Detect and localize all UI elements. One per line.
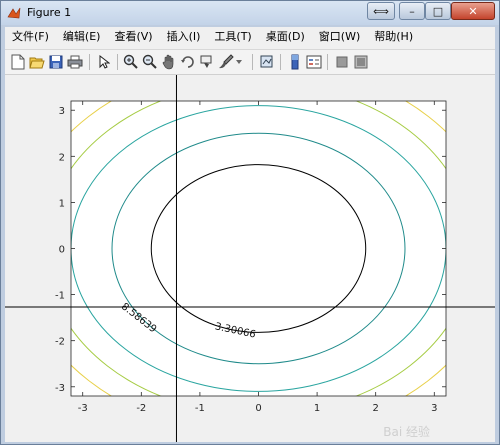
x-tick-label: 3	[431, 403, 437, 414]
x-tick-label: 0	[255, 403, 261, 414]
y-tick-label: 3	[59, 106, 65, 117]
x-tick-label: -2	[136, 403, 146, 414]
save-button[interactable]	[47, 53, 65, 71]
maximize-button[interactable]: □	[425, 2, 451, 20]
matlab-icon	[7, 7, 21, 19]
x-tick-label: -1	[195, 403, 205, 414]
toolbar-separator	[280, 54, 281, 70]
legend-button[interactable]	[305, 53, 323, 71]
menu-bar: 文件(F) 编辑(E) 查看(V) 插入(I) 工具(T) 桌面(D) 窗口(W…	[5, 27, 495, 47]
close-button[interactable]: ✕	[451, 2, 495, 20]
open-file-icon	[29, 57, 45, 69]
open-file-button[interactable]	[28, 53, 46, 71]
hide-plot-tools-icon	[336, 56, 348, 68]
y-tick-label: -3	[55, 383, 65, 394]
link-plot-button[interactable]	[258, 53, 276, 71]
resize-arrows-button[interactable]: ⟺	[367, 2, 395, 20]
y-tick-label: 0	[59, 245, 65, 256]
toolbar-separator	[89, 54, 90, 70]
edit-plot-button[interactable]	[95, 53, 113, 71]
toolbar-separator	[117, 54, 118, 70]
y-tick-label: -1	[55, 291, 65, 302]
x-tick-label: 2	[373, 403, 379, 414]
contour-plot[interactable]: -3 -2 -1 0 1 2 3 -3-2-10123 3.300668.58639 Bai…	[5, 75, 495, 442]
print-button[interactable]	[66, 53, 84, 71]
menu-file[interactable]: 文件(F)	[5, 27, 56, 47]
colorbar-icon	[291, 54, 299, 70]
hide-plot-tools-button[interactable]	[333, 53, 351, 71]
close-icon: ✕	[468, 4, 478, 18]
colorbar-button[interactable]	[286, 53, 304, 71]
watermark: Bai 经验	[383, 424, 430, 439]
menu-help[interactable]: 帮助(H)	[367, 27, 420, 47]
resize-arrows-icon: ⟺	[373, 4, 389, 18]
figure-canvas[interactable]: -3 -2 -1 0 1 2 3 -3 -2 -1 0 1 2 3 3.30066 8.58639 Bai…	[5, 75, 495, 442]
new-figure-icon	[11, 54, 25, 70]
figure-toolbar	[5, 49, 495, 75]
data-cursor-button[interactable]	[198, 53, 216, 71]
menu-desktop[interactable]: 桌面(D)	[259, 27, 312, 47]
menu-insert[interactable]: 插入(I)	[160, 27, 208, 47]
window-client: 文件(F) 编辑(E) 查看(V) 插入(I) 工具(T) 桌面(D) 窗口(W…	[5, 27, 495, 442]
y-tick-label: 2	[59, 152, 65, 163]
brush-button[interactable]	[217, 53, 235, 71]
link-plot-icon	[260, 55, 273, 68]
minimize-icon: –	[409, 4, 415, 18]
x-tick-label: -3	[78, 403, 88, 414]
y-tick-label: -2	[55, 337, 65, 348]
toolbar-separator	[327, 54, 328, 70]
print-icon	[67, 55, 83, 69]
menu-tools[interactable]: 工具(T)	[207, 27, 258, 47]
maximize-icon: □	[432, 4, 444, 18]
show-plot-tools-icon	[354, 55, 368, 69]
toolbar-separator	[252, 54, 253, 70]
figure-window: Figure 1 ⟺ – □ ✕ 文件(F) 编辑(E) 查看(V) 插入(I)…	[0, 0, 500, 445]
y-tick-label: 1	[59, 198, 65, 209]
edit-plot-arrow-icon	[99, 55, 110, 69]
window-title: Figure 1	[27, 6, 72, 19]
minimize-button[interactable]: –	[399, 2, 425, 20]
save-icon	[49, 55, 63, 69]
pan-hand-icon	[162, 54, 174, 70]
title-bar[interactable]: Figure 1 ⟺ – □ ✕	[1, 1, 499, 25]
zoom-out-icon	[142, 54, 157, 69]
rotate-3d-icon	[181, 56, 194, 68]
watermark-text: Bai 经验	[383, 424, 430, 439]
data-cursor-icon	[200, 55, 212, 68]
rotate-3d-button[interactable]	[179, 53, 197, 71]
menu-view[interactable]: 查看(V)	[107, 27, 159, 47]
brush-icon	[219, 54, 234, 69]
menu-window[interactable]: 窗口(W)	[312, 27, 367, 47]
chevron-down-icon	[236, 60, 242, 64]
zoom-in-icon	[123, 54, 138, 69]
menu-edit[interactable]: 编辑(E)	[56, 27, 108, 47]
brush-dropdown[interactable]	[234, 53, 244, 71]
pan-button[interactable]	[160, 53, 178, 71]
zoom-in-button[interactable]	[122, 53, 140, 71]
show-plot-tools-button[interactable]	[352, 53, 370, 71]
legend-icon	[306, 55, 322, 69]
x-tick-label: 1	[314, 403, 320, 414]
new-figure-button[interactable]	[9, 53, 27, 71]
zoom-out-button[interactable]	[141, 53, 159, 71]
plot-axes-area	[71, 101, 446, 396]
